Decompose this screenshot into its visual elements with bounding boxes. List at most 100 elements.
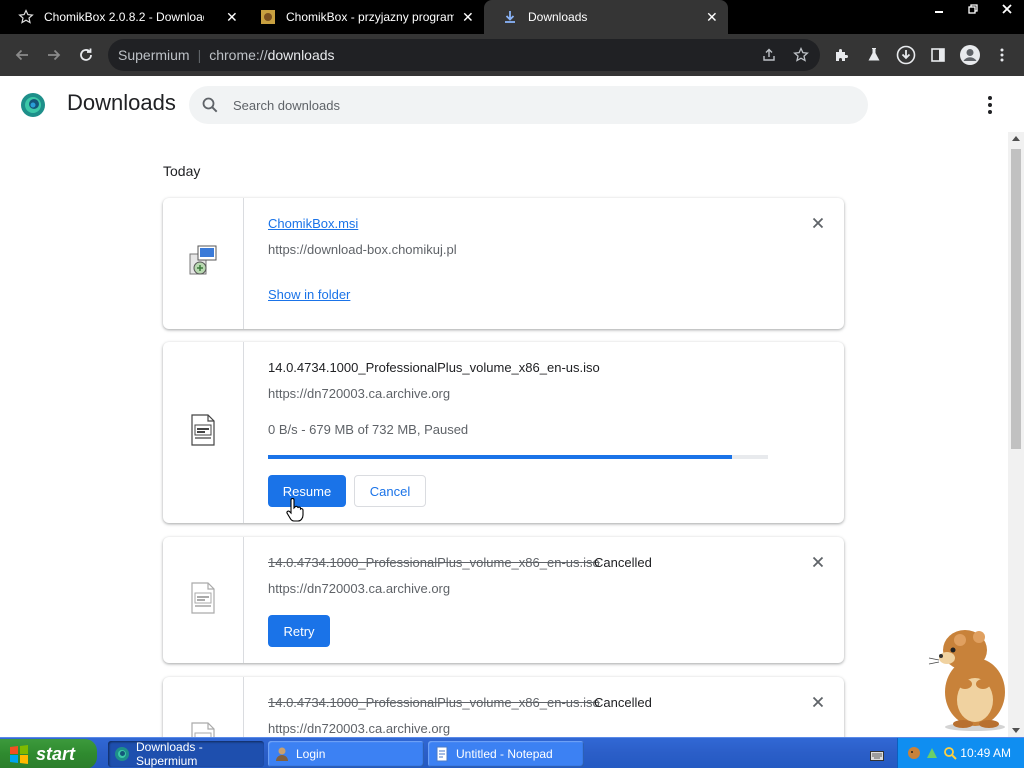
close-window-icon[interactable] bbox=[990, 0, 1024, 18]
url-host: downloads bbox=[267, 47, 335, 63]
file-source-url: https://dn720003.ca.archive.org bbox=[268, 721, 451, 736]
file-source-url: https://download-box.chomikuj.pl bbox=[268, 242, 457, 257]
reload-icon[interactable] bbox=[74, 43, 98, 67]
download-details: 14.0.4734.1000_ProfessionalPlus_volume_x… bbox=[268, 677, 844, 737]
page-title: Downloads bbox=[67, 90, 176, 115]
search-box[interactable] bbox=[189, 86, 868, 124]
scroll-up-arrow-icon[interactable] bbox=[1012, 136, 1020, 141]
progress-bar-fill bbox=[268, 455, 732, 459]
taskbar-item-label: Login bbox=[296, 747, 326, 761]
hamster-mascot-icon bbox=[925, 622, 1008, 732]
file-icon-column bbox=[163, 677, 244, 737]
progress-bar bbox=[268, 455, 768, 459]
hamster-tray-icon[interactable] bbox=[907, 746, 921, 760]
close-icon[interactable]: ✕ bbox=[226, 9, 238, 25]
tab-chomikbox-program[interactable]: ChomikBox - przyjazny program ułat ✕ bbox=[242, 0, 484, 34]
file-source-url: https://dn720003.ca.archive.org bbox=[268, 581, 451, 596]
star-outline-icon bbox=[18, 9, 34, 25]
omnibox-separator: | bbox=[197, 47, 202, 63]
scroll-down-arrow-icon[interactable] bbox=[1012, 728, 1020, 733]
cancel-button[interactable]: Cancel bbox=[354, 475, 426, 507]
page-scrollbar[interactable] bbox=[1008, 132, 1024, 737]
supermium-logo-icon bbox=[20, 92, 46, 118]
iso-file-icon bbox=[189, 721, 217, 737]
taskbar-clock: 10:49 AM bbox=[960, 746, 1011, 760]
forward-icon[interactable] bbox=[42, 43, 66, 67]
file-icon-column bbox=[163, 537, 244, 663]
file-name-link[interactable]: ChomikBox.msi bbox=[268, 216, 358, 231]
windows-flag-icon bbox=[8, 744, 30, 764]
screen: ChomikBox 2.0.8.2 - Download ✕ ChomikBox… bbox=[0, 0, 1024, 768]
restore-icon[interactable] bbox=[956, 0, 990, 18]
window-controls bbox=[922, 0, 1024, 18]
date-heading: Today bbox=[163, 163, 201, 179]
browser-menu-icon[interactable] bbox=[991, 44, 1013, 66]
tab-title: ChomikBox 2.0.8.2 - Download bbox=[44, 10, 204, 24]
browser-toolbar: Supermium | chrome://downloads bbox=[0, 34, 1024, 76]
download-circle-icon[interactable] bbox=[895, 44, 917, 66]
chomikbox-favicon-icon bbox=[260, 9, 276, 25]
show-in-folder-link[interactable]: Show in folder bbox=[268, 287, 350, 302]
cancelled-status: Cancelled bbox=[594, 695, 652, 710]
iso-file-icon bbox=[189, 413, 217, 452]
file-name: 14.0.4734.1000_ProfessionalPlus_volume_x… bbox=[268, 695, 600, 710]
url-prefix: chrome:// bbox=[209, 47, 268, 63]
labs-flask-icon[interactable] bbox=[863, 44, 885, 66]
remove-from-list-icon[interactable] bbox=[812, 216, 824, 229]
file-icon-column bbox=[163, 198, 244, 329]
remove-from-list-icon[interactable] bbox=[812, 695, 824, 708]
search-input[interactable] bbox=[233, 86, 833, 124]
tab-chomikbox-download[interactable]: ChomikBox 2.0.8.2 - Download ✕ bbox=[0, 0, 248, 34]
windows-taskbar: start Downloads - Supermium Login Untitl… bbox=[0, 737, 1024, 768]
share-icon[interactable] bbox=[760, 46, 778, 64]
more-actions-icon[interactable] bbox=[980, 94, 1000, 116]
download-details: 14.0.4734.1000_ProfessionalPlus_volume_x… bbox=[268, 342, 844, 523]
close-icon[interactable]: ✕ bbox=[462, 9, 474, 25]
notepad-icon bbox=[434, 746, 450, 762]
taskbar-item-downloads[interactable]: Downloads - Supermium bbox=[108, 740, 264, 768]
file-icon-column bbox=[163, 342, 244, 523]
hand-cursor-icon bbox=[286, 498, 304, 527]
close-icon[interactable]: ✕ bbox=[706, 9, 718, 25]
scrollbar-thumb[interactable] bbox=[1011, 149, 1021, 449]
site-name: Supermium bbox=[118, 47, 190, 63]
download-item: 14.0.4734.1000_ProfessionalPlus_volume_x… bbox=[163, 537, 844, 663]
file-name: 14.0.4734.1000_ProfessionalPlus_volume_x… bbox=[268, 555, 600, 570]
start-button[interactable]: start bbox=[0, 739, 97, 768]
side-panel-icon[interactable] bbox=[927, 44, 949, 66]
download-item: 14.0.4734.1000_ProfessionalPlus_volume_x… bbox=[163, 677, 844, 737]
msi-installer-icon bbox=[186, 244, 220, 283]
file-source-url: https://dn720003.ca.archive.org bbox=[268, 386, 451, 401]
taskbar-item-label: Untitled - Notepad bbox=[456, 747, 553, 761]
taskbar-item-notepad[interactable]: Untitled - Notepad bbox=[428, 741, 584, 767]
tab-strip: ChomikBox 2.0.8.2 - Download ✕ ChomikBox… bbox=[0, 0, 1024, 34]
keyboard-icon[interactable] bbox=[870, 748, 884, 761]
profile-avatar-icon[interactable] bbox=[959, 44, 981, 66]
download-item: 14.0.4734.1000_ProfessionalPlus_volume_x… bbox=[163, 342, 844, 523]
start-label: start bbox=[36, 743, 76, 764]
taskbar-item-label: Downloads - Supermium bbox=[136, 740, 203, 768]
download-details: 14.0.4734.1000_ProfessionalPlus_volume_x… bbox=[268, 537, 844, 663]
address-bar[interactable]: Supermium | chrome://downloads bbox=[108, 39, 820, 71]
download-progress-text: 0 B/s - 679 MB of 732 MB, Paused bbox=[268, 422, 469, 437]
download-details: ChomikBox.msi https://download-box.chomi… bbox=[268, 198, 844, 329]
extensions-puzzle-icon[interactable] bbox=[831, 44, 853, 66]
iso-file-icon bbox=[189, 581, 217, 620]
system-tray: 10:49 AM bbox=[897, 738, 1024, 768]
minimize-icon[interactable] bbox=[922, 0, 956, 18]
retry-button[interactable]: Retry bbox=[268, 615, 330, 647]
supermium-logo-icon bbox=[114, 746, 130, 762]
login-user-icon bbox=[274, 746, 290, 762]
tab-downloads[interactable]: Downloads ✕ bbox=[484, 0, 728, 34]
url-text: chrome://downloads bbox=[209, 47, 334, 63]
resume-button[interactable]: Resume bbox=[268, 475, 346, 507]
search-tray-icon[interactable] bbox=[943, 746, 957, 760]
bookmark-star-icon[interactable] bbox=[792, 46, 810, 64]
download-item: ChomikBox.msi https://download-box.chomi… bbox=[163, 198, 844, 329]
back-icon[interactable] bbox=[10, 43, 34, 67]
taskbar-item-login[interactable]: Login bbox=[268, 741, 424, 767]
network-tray-icon[interactable] bbox=[925, 746, 939, 760]
remove-from-list-icon[interactable] bbox=[812, 555, 824, 568]
download-icon bbox=[502, 9, 518, 25]
cancelled-status: Cancelled bbox=[594, 555, 652, 570]
